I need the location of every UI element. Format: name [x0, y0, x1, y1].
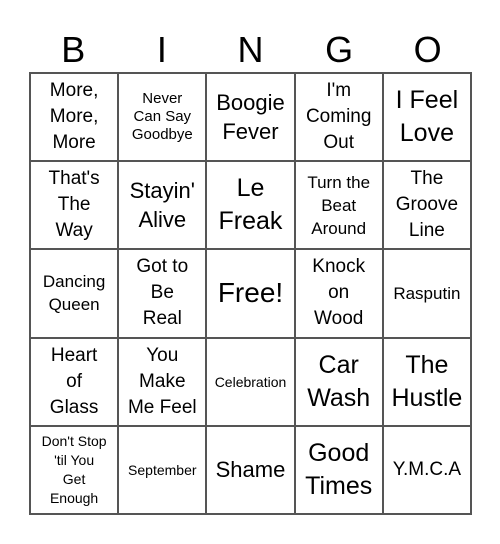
- bingo-cell[interactable]: I'm Coming Out: [294, 73, 383, 162]
- cell-text: You Make Me Feel: [127, 344, 197, 418]
- header-letter-b: B: [61, 29, 86, 70]
- cell-text: Turn the Beat Around: [307, 172, 371, 238]
- bingo-cell[interactable]: Le Freak: [206, 161, 295, 250]
- cell-text: Rasputin: [393, 283, 461, 303]
- bingo-cell[interactable]: Y.M.C.A: [382, 425, 471, 514]
- bingo-cell[interactable]: Don't Stop 'til You Get Enough: [30, 425, 119, 514]
- bingo-cell[interactable]: Got to Be Real: [118, 249, 207, 338]
- cell-text: Heart of Glass: [49, 344, 99, 418]
- header-letter-i: I: [156, 29, 167, 70]
- header-letter-g: G: [325, 29, 354, 70]
- bingo-cell[interactable]: Knock on Wood: [294, 249, 383, 338]
- bingo-cell[interactable]: September: [118, 425, 207, 514]
- cell-text: Never Can Say Goodbye: [131, 90, 193, 144]
- cell-text: Shame: [215, 457, 286, 483]
- bingo-cell[interactable]: More, More, More: [30, 73, 119, 162]
- bingo-cell[interactable]: Car Wash: [294, 337, 383, 426]
- header-letter-n: N: [237, 29, 264, 70]
- cell-text: Free!: [217, 277, 284, 309]
- cell-text: The Groove Line: [395, 168, 459, 242]
- cell-text: Le Freak: [218, 174, 283, 236]
- bingo-cell[interactable]: Dancing Queen: [30, 249, 119, 338]
- bingo-cell[interactable]: Never Can Say Goodbye: [118, 73, 207, 162]
- bingo-cell[interactable]: The Groove Line: [382, 161, 471, 250]
- bingo-cell[interactable]: Heart of Glass: [30, 337, 119, 426]
- cell-text: The Hustle: [391, 350, 463, 412]
- bingo-cell[interactable]: Shame: [206, 425, 295, 514]
- cell-text: Celebration: [214, 373, 287, 390]
- bingo-cell[interactable]: Celebration: [206, 337, 295, 426]
- cell-text: September: [128, 461, 197, 478]
- bingo-cell[interactable]: The Hustle: [382, 337, 471, 426]
- cell-text: More, More, More: [49, 80, 99, 154]
- cell-text: I'm Coming Out: [305, 80, 372, 154]
- bingo-cell[interactable]: Good Times: [294, 425, 383, 514]
- free-space[interactable]: Free!: [206, 249, 295, 338]
- cell-text: Don't Stop 'til You Get Enough: [41, 432, 107, 506]
- bingo-cell[interactable]: I Feel Love: [382, 73, 471, 162]
- header-letter-o: O: [413, 29, 442, 70]
- cell-text: Good Times: [305, 438, 373, 500]
- cell-text: Got to Be Real: [136, 256, 189, 330]
- cell-text: Knock on Wood: [312, 256, 366, 330]
- bingo-cell[interactable]: You Make Me Feel: [118, 337, 207, 426]
- bingo-cell[interactable]: Stayin' Alive: [118, 161, 207, 250]
- bingo-cell[interactable]: Rasputin: [382, 249, 471, 338]
- bingo-cell[interactable]: That's The Way: [30, 161, 119, 250]
- cell-text: Stayin' Alive: [129, 178, 195, 233]
- bingo-grid: More, More, More Never Can Say Goodbye B…: [29, 72, 472, 515]
- cell-text: I Feel Love: [395, 86, 459, 148]
- bingo-cell[interactable]: Turn the Beat Around: [294, 161, 383, 250]
- cell-text: Dancing Queen: [42, 272, 106, 315]
- cell-text: Boogie Fever: [216, 90, 285, 145]
- cell-text: Y.M.C.A: [392, 458, 462, 480]
- cell-text: Car Wash: [307, 350, 371, 412]
- bingo-cell[interactable]: Boogie Fever: [206, 73, 295, 162]
- cell-text: That's The Way: [48, 168, 100, 242]
- bingo-header: B I N G O: [29, 28, 472, 72]
